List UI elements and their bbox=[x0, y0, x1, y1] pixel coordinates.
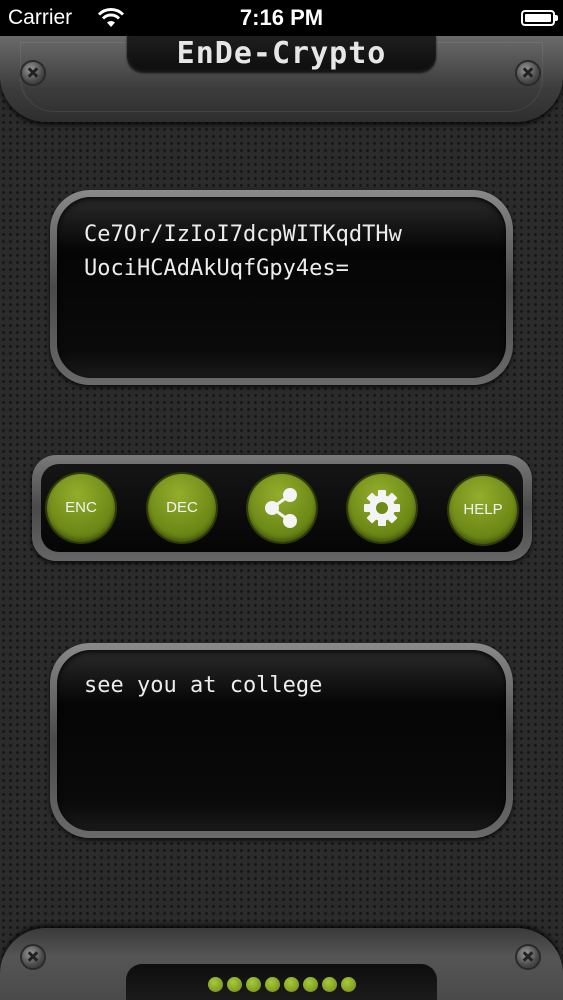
share-icon bbox=[265, 488, 297, 528]
page-dot[interactable] bbox=[340, 977, 356, 992]
decrypt-button[interactable]: DEC bbox=[148, 474, 216, 542]
page-dot[interactable] bbox=[302, 977, 318, 992]
page-dot[interactable] bbox=[321, 977, 337, 992]
screw-icon bbox=[517, 62, 539, 84]
screw-icon bbox=[22, 62, 44, 84]
input-text[interactable]: see you at college bbox=[84, 669, 489, 703]
page-dot[interactable] bbox=[283, 977, 299, 992]
share-button[interactable] bbox=[248, 474, 316, 542]
decrypt-button-label: DEC bbox=[166, 499, 198, 516]
encrypt-button[interactable]: ENC bbox=[47, 474, 115, 542]
page-dot[interactable] bbox=[207, 977, 223, 992]
help-button-label: HELP bbox=[463, 501, 503, 518]
status-bar: Carrier 7:16 PM bbox=[0, 0, 563, 36]
input-panel[interactable]: see you at college bbox=[50, 643, 513, 838]
screw-icon bbox=[517, 946, 539, 968]
page-dot[interactable] bbox=[226, 977, 242, 992]
action-toolbar: ENC DEC HELP bbox=[32, 455, 532, 561]
settings-button[interactable] bbox=[348, 474, 416, 542]
battery-icon bbox=[521, 10, 558, 26]
title-plate: EnDe-Crypto bbox=[127, 36, 436, 72]
status-time: 7:16 PM bbox=[239, 5, 324, 30]
output-text-line: Ce7Or/IzIoI7dcpWITKqdTHw bbox=[84, 222, 402, 247]
page-dot[interactable] bbox=[245, 977, 261, 992]
page-indicator-plate bbox=[126, 964, 437, 1000]
output-panel[interactable]: Ce7Or/IzIoI7dcpWITKqdTHw UociHCAdAkUqfGp… bbox=[50, 190, 513, 385]
encrypt-button-label: ENC bbox=[65, 499, 97, 516]
screw-icon bbox=[22, 946, 44, 968]
help-button[interactable]: HELP bbox=[449, 476, 517, 544]
output-text[interactable]: Ce7Or/IzIoI7dcpWITKqdTHw UociHCAdAkUqfGp… bbox=[84, 218, 489, 286]
page-dot[interactable] bbox=[264, 977, 280, 992]
page-indicator[interactable] bbox=[126, 977, 437, 992]
output-text-line: UociHCAdAkUqfGpy4es= bbox=[84, 256, 349, 281]
app-title: EnDe-Crypto bbox=[176, 36, 387, 71]
gear-icon bbox=[364, 490, 400, 526]
